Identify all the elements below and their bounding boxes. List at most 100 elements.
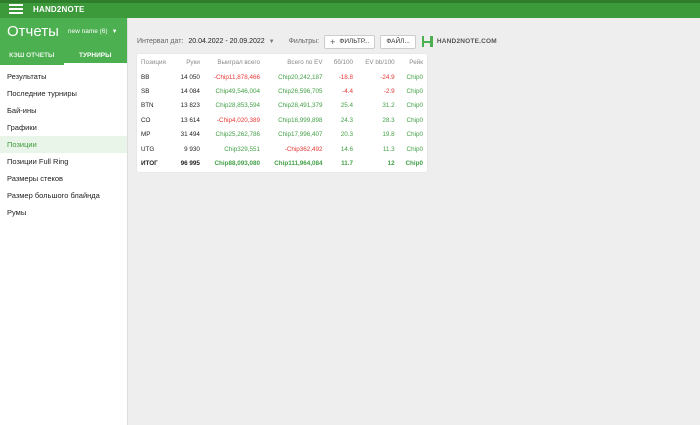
cell-won: Chip25,262,786: [215, 131, 260, 139]
profile-name: new name (6): [67, 28, 108, 35]
cell-hands: 13 823: [180, 102, 200, 110]
table-row[interactable]: SB 14 084 Chip49,546,004 Chip26,596,705 …: [137, 84, 427, 98]
cell-ev-bb100: 31.2: [382, 102, 395, 110]
cell-ev: Chip28,491,379: [278, 102, 323, 110]
cell-ev-bb100: 12: [387, 160, 395, 168]
logo-text: HAND2NOTE.COM: [436, 38, 497, 45]
cell-won: Chip88,093,080: [214, 160, 260, 168]
cell-position: CO: [141, 116, 151, 124]
cell-rake: Chip0: [406, 145, 423, 153]
cell-position: SB: [141, 88, 150, 96]
app-topbar: HAND2NOTE: [0, 0, 700, 18]
table-header-row: Позиция Руки Выиграл всего Всего по EV б…: [137, 54, 427, 70]
cell-hands: 13 614: [180, 116, 200, 124]
sidebar-header: Отчеты new name (6) ▼: [0, 18, 127, 45]
cell-won: Chip49,546,004: [215, 88, 260, 96]
cell-bb100: 11.7: [341, 160, 354, 168]
hamburger-menu-icon[interactable]: [9, 4, 23, 14]
table-row[interactable]: BB 14 050 -Chip11,878,466 Chip20,242,187…: [137, 70, 427, 84]
date-range-picker[interactable]: 20.04.2022 - 20.09.2022: [188, 38, 264, 45]
cell-position: MP: [141, 131, 151, 139]
table-row[interactable]: CO 13 614 -Chip4,020,389 Chip18,999,898 …: [137, 113, 427, 127]
sidebar-item-stack-sizes[interactable]: Размеры стеков: [0, 170, 127, 187]
col-ev-total[interactable]: Всего по EV: [264, 54, 327, 70]
sidebar-item-positions-full-ring[interactable]: Позиции Full Ring: [0, 153, 127, 170]
positions-table-card: Позиция Руки Выиграл всего Всего по EV б…: [137, 54, 427, 172]
cell-ev: -Chip362,492: [284, 145, 323, 153]
cell-position: ИТОГ: [141, 160, 158, 168]
cell-bb100: 24.3: [340, 116, 354, 124]
cell-bb100: 14.6: [340, 145, 354, 153]
cell-bb100: 20.3: [340, 131, 354, 139]
cell-rake: Chip0: [406, 88, 423, 96]
sidebar-item-rooms[interactable]: Румы: [0, 204, 127, 221]
col-bb100[interactable]: бб/100: [327, 54, 358, 70]
cell-ev-bb100: 11.3: [382, 145, 395, 153]
cell-ev-bb100: -24.9: [380, 73, 395, 81]
cell-ev: Chip17,996,407: [278, 131, 323, 139]
sidebar-item-graphs[interactable]: Графики: [0, 119, 127, 136]
sidebar: Отчеты new name (6) ▼ КЭШ ОТЧЕТЫ ТУРНИРЫ…: [0, 18, 128, 425]
cell-won: -Chip4,020,389: [216, 116, 260, 124]
table-total-row: ИТОГ 96 995 Chip88,093,080 Chip111,964,0…: [137, 156, 427, 170]
app-title: HAND2NOTE: [33, 4, 85, 14]
profile-selector[interactable]: new name (6) ▼: [68, 28, 118, 35]
report-list: Результаты Последние турниры Бай-ины Гра…: [0, 65, 127, 221]
cell-rake: Chip0: [406, 102, 423, 110]
cell-rake: Chip0: [406, 116, 423, 124]
cell-position: BB: [141, 73, 150, 81]
col-hands[interactable]: Руки: [174, 54, 204, 70]
col-won-total[interactable]: Выиграл всего: [204, 54, 264, 70]
cell-bb100: 25.4: [340, 102, 354, 110]
cell-hands: 14 050: [180, 73, 200, 81]
cell-won: Chip28,853,594: [215, 102, 260, 110]
plus-icon: +: [330, 36, 336, 47]
cell-position: UTG: [141, 145, 155, 153]
table-row[interactable]: BTN 13 823 Chip28,853,594 Chip28,491,379…: [137, 99, 427, 113]
col-ev-bb100[interactable]: EV bb/100: [357, 54, 399, 70]
filter-button-label: ФИЛЬТР...: [339, 38, 370, 45]
sidebar-item-big-blind-size[interactable]: Размер большого блайнда: [0, 187, 127, 204]
filters-label: Фильтры:: [288, 38, 320, 45]
chevron-down-icon: ▼: [111, 28, 118, 35]
positions-table: Позиция Руки Выиграл всего Всего по EV б…: [137, 54, 427, 171]
report-tabs: КЭШ ОТЧЕТЫ ТУРНИРЫ: [0, 45, 127, 65]
date-dropdown-icon[interactable]: ▼: [269, 39, 275, 45]
sidebar-item-buyins[interactable]: Бай-ины: [0, 102, 127, 119]
file-button[interactable]: ФАЙЛ...: [380, 34, 416, 49]
hand2note-logo: HAND2NOTE.COM: [421, 36, 497, 47]
cell-ev-bb100: -2.9: [383, 88, 395, 96]
cell-hands: 96 995: [180, 160, 200, 168]
col-rake[interactable]: Рейк: [399, 54, 427, 70]
window-title-strip: [0, 0, 700, 3]
file-button-label: ФАЙЛ...: [386, 38, 410, 45]
filter-bar: Интервал дат: 20.04.2022 - 20.09.2022 ▼ …: [137, 34, 497, 49]
cell-rake: Chip0: [406, 131, 423, 139]
cell-bb100: -4.4: [342, 88, 354, 96]
hand2note-logo-icon: [421, 36, 433, 47]
cell-hands: 14 084: [180, 88, 200, 96]
cell-ev: Chip20,242,187: [278, 73, 323, 81]
cell-won: -Chip11,878,466: [213, 73, 260, 81]
filter-button[interactable]: + ФИЛЬТР...: [324, 34, 376, 49]
sidebar-item-results[interactable]: Результаты: [0, 68, 127, 85]
cell-rake: Chip0: [405, 160, 424, 168]
cell-ev: Chip26,596,705: [278, 88, 323, 96]
cell-ev-bb100: 28.3: [382, 116, 395, 124]
cell-hands: 9 930: [184, 145, 200, 153]
col-position[interactable]: Позиция: [137, 54, 174, 70]
cell-won: Chip329,551: [224, 145, 260, 153]
tab-tournaments[interactable]: ТУРНИРЫ: [63, 45, 128, 65]
table-row[interactable]: UTG 9 930 Chip329,551 -Chip362,492 14.6 …: [137, 142, 427, 156]
sidebar-item-recent-tournaments[interactable]: Последние турниры: [0, 85, 127, 102]
page-title: Отчеты: [7, 23, 59, 40]
table-row[interactable]: MP 31 494 Chip25,262,786 Chip17,996,407 …: [137, 128, 427, 142]
cell-hands: 31 494: [180, 131, 200, 139]
cell-rake: Chip0: [406, 73, 423, 81]
main-content: Интервал дат: 20.04.2022 - 20.09.2022 ▼ …: [128, 18, 700, 425]
cell-ev-bb100: 19.8: [382, 131, 395, 139]
sidebar-item-positions[interactable]: Позиции: [0, 136, 127, 153]
cell-bb100: -18.8: [338, 73, 354, 81]
tab-cash-reports[interactable]: КЭШ ОТЧЕТЫ: [0, 45, 64, 65]
cell-ev: Chip18,999,898: [278, 116, 323, 124]
